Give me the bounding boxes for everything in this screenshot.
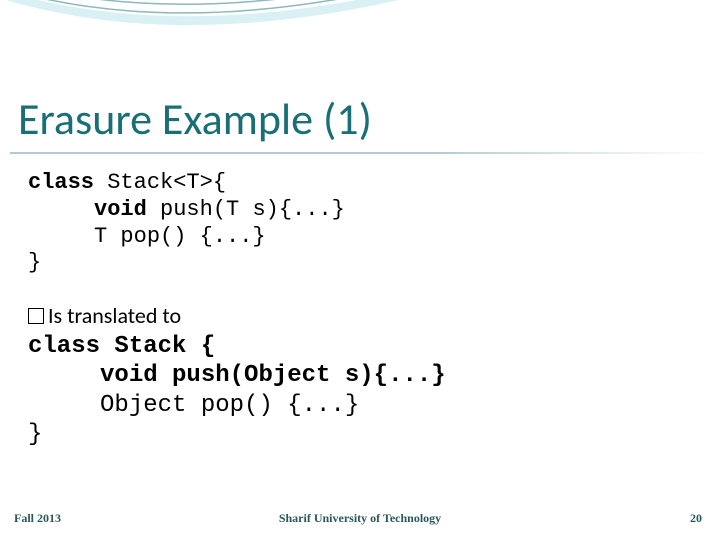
translated-label: Is translated to [48,302,181,329]
code-text: } [28,421,42,448]
title-underline [10,152,710,154]
code-block-before: class Stack<T>{ void push(T s){...} T po… [28,170,345,277]
code-text: } [28,250,41,275]
footer-affiliation: Sharif University of Technology [0,511,720,526]
code-text: Object pop() {...} [28,392,359,419]
code-text: T pop() {...} [28,224,266,249]
keyword-class: class [28,170,94,195]
code-text: push(T s){...} [147,197,345,222]
slide-number: 20 [690,511,702,526]
code-text: push(Object s){...} [158,362,446,389]
code-text: Stack<T>{ [94,170,226,195]
keyword-void: void [28,362,158,389]
slide-title: Erasure Example (1) [18,92,372,146]
slide: Erasure Example (1) class Stack<T>{ void… [0,0,720,540]
translated-line: Is translated to [28,302,181,329]
keyword-void: void [28,197,147,222]
bullet-box-icon [28,308,44,324]
code-block-after: class Stack { void push(Object s){...} O… [28,332,446,449]
code-text: Stack { [100,333,215,360]
keyword-class: class [28,333,100,360]
